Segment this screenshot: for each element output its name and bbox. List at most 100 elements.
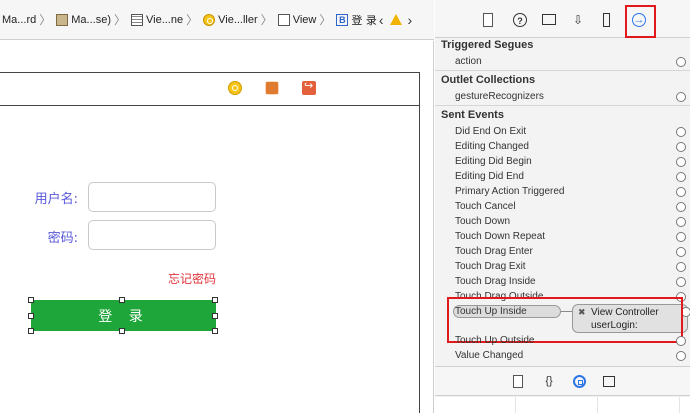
button-icon: B bbox=[336, 13, 349, 26]
jumpbar-crumb-view-controller[interactable]: Vie...ller bbox=[201, 13, 258, 26]
segue-row-label: action bbox=[455, 56, 482, 67]
first-responder-icon[interactable] bbox=[265, 81, 279, 95]
connection-circle-icon[interactable] bbox=[676, 172, 686, 182]
crumb-label: Ma...rd bbox=[2, 13, 37, 26]
sent-event-label: Value Changed bbox=[455, 350, 524, 361]
annotation-highlight-box bbox=[625, 5, 656, 38]
connection-circle-icon[interactable] bbox=[676, 232, 686, 242]
chevron-right-icon: 〉 bbox=[260, 13, 273, 27]
storyboard-canvas[interactable]: 用户名: 密码: 忘记密码 登 录 bbox=[0, 41, 434, 413]
username-label: 用户名: bbox=[34, 192, 78, 207]
resize-handle[interactable] bbox=[28, 328, 34, 334]
identity-inspector-icon[interactable] bbox=[542, 14, 556, 25]
view-controller-icon bbox=[203, 13, 216, 26]
login-button-label: 登 录 bbox=[98, 308, 149, 325]
login-button[interactable]: 登 录 bbox=[31, 300, 216, 331]
connection-circle-icon[interactable] bbox=[676, 351, 686, 361]
exit-icon[interactable] bbox=[302, 79, 316, 95]
connection-circle-icon[interactable] bbox=[676, 187, 686, 197]
divider bbox=[435, 105, 690, 106]
sent-event-label: Touch Drag Enter bbox=[455, 246, 533, 257]
sent-event-label: Touch Up Outside bbox=[455, 335, 535, 346]
jumpbar-crumb-storyboard[interactable]: Ma...se) bbox=[54, 13, 111, 26]
sent-event-label: Touch Cancel bbox=[455, 201, 516, 212]
resize-handle[interactable] bbox=[212, 297, 218, 303]
crumb-label: Vie...ne bbox=[146, 13, 184, 26]
storyboard-icon bbox=[56, 13, 69, 26]
connection-circle-icon[interactable] bbox=[676, 202, 686, 212]
resize-handle[interactable] bbox=[28, 297, 34, 303]
code-snippet-library-icon[interactable]: {} bbox=[541, 375, 557, 388]
crumb-label: Ma...se) bbox=[71, 13, 111, 26]
scene-dock-divider bbox=[0, 105, 419, 106]
connection-circle-icon[interactable] bbox=[676, 57, 686, 67]
resize-handle[interactable] bbox=[212, 313, 218, 319]
connection-circle-icon[interactable] bbox=[676, 157, 686, 167]
sent-event-label: Did End On Exit bbox=[455, 126, 527, 137]
jumpbar-crumb-view[interactable]: View bbox=[276, 13, 317, 26]
forward-arrow-icon[interactable]: › bbox=[408, 12, 413, 28]
connection-circle-icon[interactable] bbox=[676, 92, 686, 102]
view-controller-icon[interactable] bbox=[228, 81, 242, 95]
crumb-label: View bbox=[292, 13, 317, 26]
sent-event-label: Editing Did Begin bbox=[455, 156, 532, 167]
sent-event-label: Touch Drag Inside bbox=[455, 276, 536, 287]
connection-circle-icon[interactable] bbox=[676, 127, 686, 137]
utilities-pane: ? ⇩ → Triggered Segues action Outlet Col… bbox=[435, 0, 690, 413]
connection-circle-icon[interactable] bbox=[676, 277, 686, 287]
quick-help-icon[interactable]: ? bbox=[513, 13, 527, 27]
resize-handle[interactable] bbox=[119, 297, 125, 303]
connection-circle-icon[interactable] bbox=[676, 262, 686, 272]
back-arrow-icon[interactable]: ‹ bbox=[379, 12, 384, 28]
attributes-inspector-icon[interactable]: ⇩ bbox=[571, 13, 585, 27]
password-label: 密码: bbox=[47, 231, 78, 246]
crumb-label: Vie...ller bbox=[218, 13, 258, 26]
jumpbar-crumb-file[interactable]: Ma...rd bbox=[2, 14, 36, 26]
jumpbar-crumb-scene[interactable]: Vie...ne bbox=[129, 13, 184, 26]
resize-handle[interactable] bbox=[212, 328, 218, 334]
jumpbar-crumb-button[interactable]: B 登 录 bbox=[334, 12, 377, 28]
resize-handle[interactable] bbox=[28, 313, 34, 319]
scene-icon bbox=[131, 13, 143, 26]
scene-border bbox=[419, 72, 420, 413]
size-inspector-icon[interactable] bbox=[603, 13, 610, 27]
jumpbar-nav: ‹ › bbox=[379, 12, 412, 28]
connection-circle-icon[interactable] bbox=[676, 142, 686, 152]
xcode-window: Ma...rd 〉 Ma...se) 〉 Vie...ne 〉 Vie...ll… bbox=[0, 0, 690, 413]
connections-inspector: Triggered Segues action Outlet Collectio… bbox=[435, 38, 690, 365]
grid-divider bbox=[597, 397, 598, 413]
resize-handle[interactable] bbox=[119, 328, 125, 334]
media-library-icon[interactable] bbox=[603, 376, 615, 387]
sent-event-label: Primary Action Triggered bbox=[455, 186, 565, 197]
forgot-password-link[interactable]: 忘记密码 bbox=[168, 270, 216, 287]
scene-border bbox=[0, 72, 419, 73]
view-icon bbox=[277, 13, 290, 26]
grid-divider bbox=[515, 397, 516, 413]
chevron-right-icon: 〉 bbox=[113, 13, 126, 27]
object-library-icon[interactable] bbox=[573, 375, 586, 388]
file-inspector-icon[interactable] bbox=[483, 13, 493, 27]
section-header-outlet-collections: Outlet Collections bbox=[441, 74, 536, 86]
username-field[interactable] bbox=[88, 182, 216, 212]
library-tab-bar: {} bbox=[435, 366, 690, 396]
section-header-triggered-segues: Triggered Segues bbox=[441, 39, 534, 51]
chevron-right-icon: 〉 bbox=[319, 13, 332, 27]
outlet-collection-label: gestureRecognizers bbox=[455, 91, 544, 102]
password-field[interactable] bbox=[88, 220, 216, 250]
connection-circle-icon[interactable] bbox=[676, 336, 686, 346]
chevron-right-icon: 〉 bbox=[39, 13, 52, 27]
inspector-tab-bar: ? ⇩ → bbox=[435, 0, 690, 38]
crumb-label: 登 录 bbox=[351, 13, 377, 27]
library-list[interactable] bbox=[435, 397, 690, 413]
file-template-library-icon[interactable] bbox=[513, 375, 523, 388]
warning-icon[interactable] bbox=[389, 14, 402, 25]
sent-event-label: Editing Changed bbox=[455, 141, 529, 152]
sent-event-label: Touch Down bbox=[455, 216, 511, 227]
connection-circle-icon[interactable] bbox=[676, 217, 686, 227]
section-header-sent-events: Sent Events bbox=[441, 109, 504, 121]
connection-circle-icon[interactable] bbox=[676, 247, 686, 257]
sent-event-label: Touch Down Repeat bbox=[455, 231, 546, 242]
jump-bar: Ma...rd 〉 Ma...se) 〉 Vie...ne 〉 Vie...ll… bbox=[0, 0, 434, 40]
grid-divider bbox=[679, 397, 680, 413]
sent-event-label: Touch Drag Exit bbox=[455, 261, 526, 272]
